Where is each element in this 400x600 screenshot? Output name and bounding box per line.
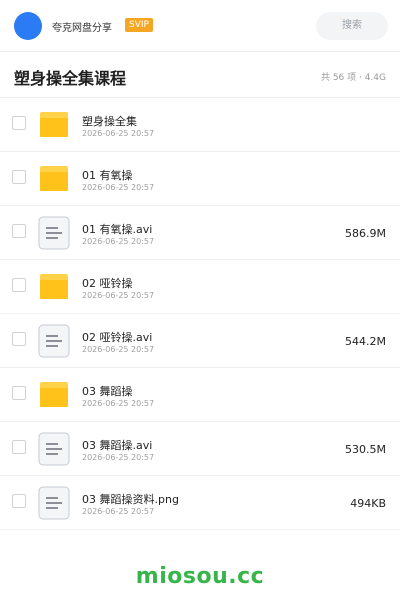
- select-checkbox[interactable]: [12, 116, 26, 130]
- site-name: 夸克网盘分享: [52, 23, 112, 34]
- list-item[interactable]: 03 舞蹈操.avi 2026-06-25 20:57 530.5M: [0, 422, 400, 476]
- list-item[interactable]: 02 哑铃操.avi 2026-06-25 20:57 544.2M: [0, 314, 400, 368]
- svip-badge: SVIP: [125, 18, 153, 32]
- file-date: 2026-06-25 20:57: [82, 453, 155, 462]
- folder-icon: [40, 112, 68, 137]
- document-icon: [38, 216, 70, 250]
- file-size: 530.5M: [345, 443, 386, 456]
- watermark: miosou.cc: [135, 564, 265, 589]
- file-date: 2026-06-25 20:57: [82, 399, 155, 408]
- folder-icon: [40, 382, 68, 407]
- file-name: 01 有氧操: [82, 169, 133, 182]
- file-date: 2026-06-25 20:57: [82, 129, 155, 138]
- select-checkbox[interactable]: [12, 332, 26, 346]
- file-name: 02 哑铃操.avi: [82, 331, 153, 344]
- document-icon: [38, 324, 70, 358]
- select-checkbox[interactable]: [12, 278, 26, 292]
- file-name: 塑身操全集: [82, 115, 137, 128]
- list-item[interactable]: 塑身操全集 2026-06-25 20:57: [0, 98, 400, 152]
- folder-icon: [40, 166, 68, 191]
- document-icon: [38, 486, 70, 520]
- list-item[interactable]: 01 有氧操.avi 2026-06-25 20:57 586.9M: [0, 206, 400, 260]
- share-title-bar: 塑身操全集课程 共 56 项 · 4.4G: [0, 52, 400, 98]
- select-checkbox[interactable]: [12, 494, 26, 508]
- file-name: 03 舞蹈操: [82, 385, 133, 398]
- file-name: 03 舞蹈操资料.png: [82, 493, 179, 506]
- file-date: 2026-06-25 20:57: [82, 345, 155, 354]
- file-date: 2026-06-25 20:57: [82, 291, 155, 300]
- list-item[interactable]: 02 哑铃操 2026-06-25 20:57: [0, 260, 400, 314]
- top-bar: 夸克网盘分享 SVIP 搜索: [0, 0, 400, 52]
- list-item[interactable]: 03 舞蹈操资料.png 2026-06-25 20:57 494KB: [0, 476, 400, 530]
- file-name: 01 有氧操.avi: [82, 223, 153, 236]
- folder-icon: [40, 274, 68, 299]
- select-checkbox[interactable]: [12, 440, 26, 454]
- file-name: 02 哑铃操: [82, 277, 133, 290]
- file-name: 03 舞蹈操.avi: [82, 439, 153, 452]
- select-checkbox[interactable]: [12, 170, 26, 184]
- avatar[interactable]: [14, 12, 42, 40]
- search-input[interactable]: 搜索: [316, 12, 388, 40]
- select-checkbox[interactable]: [12, 386, 26, 400]
- file-date: 2026-06-25 20:57: [82, 183, 155, 192]
- file-list: 塑身操全集 2026-06-25 20:57 01 有氧操 2026-06-25…: [0, 98, 400, 530]
- list-item[interactable]: 01 有氧操 2026-06-25 20:57: [0, 152, 400, 206]
- file-date: 2026-06-25 20:57: [82, 507, 155, 516]
- list-item[interactable]: 03 舞蹈操 2026-06-25 20:57: [0, 368, 400, 422]
- select-checkbox[interactable]: [12, 224, 26, 238]
- file-size: 586.9M: [345, 227, 386, 240]
- file-size: 544.2M: [345, 335, 386, 348]
- file-size: 494KB: [350, 497, 386, 510]
- page-title: 塑身操全集课程: [14, 69, 127, 88]
- document-icon: [38, 432, 70, 466]
- share-meta: 共 56 项 · 4.4G: [320, 73, 386, 83]
- file-date: 2026-06-25 20:57: [82, 237, 155, 246]
